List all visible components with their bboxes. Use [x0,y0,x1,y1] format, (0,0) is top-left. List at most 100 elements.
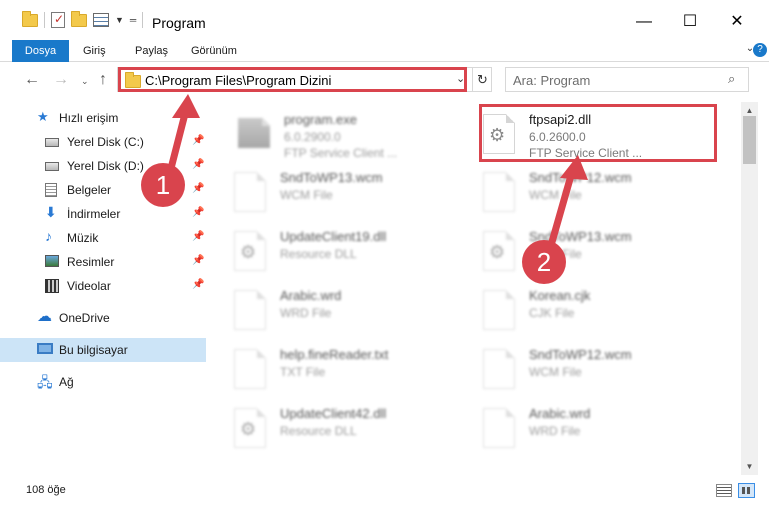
sidebar-item-label: Yerel Disk (D:) [67,159,144,173]
minimize-button[interactable]: — [629,10,659,34]
file-name: SndToWP12.wcm [529,170,632,185]
exe-file-icon [238,117,271,148]
sidebar-item-network[interactable]: 🖧 Ağ [0,370,206,394]
file-type: WCM File [280,188,333,202]
file-tile[interactable]: SndToWP13.wcm WCM File [234,168,474,228]
pin-icon[interactable]: 📌 [192,207,204,218]
step-2-callout: 2 [522,240,566,284]
file-type: Resource DLL [280,424,357,438]
sidebar-item-videos[interactable]: Videolar 📌 [0,274,206,298]
file-name: SndToWP13.wcm [280,170,383,185]
quick-access-toolbar: ▼ ═ [22,10,144,28]
new-folder-icon[interactable] [71,10,87,27]
pin-icon[interactable]: 📌 [192,135,204,146]
tab-share[interactable]: Paylaş [135,40,168,62]
file-tile[interactable]: SndToWP12.wcm WCM File [483,345,723,405]
file-type: CJK File [529,306,575,320]
sidebar-item-downloads[interactable]: ⬇ İndirmeler 📌 [0,202,206,226]
chevron-down-icon[interactable]: ▼ [115,15,124,25]
help-icon[interactable]: ? [753,43,767,57]
scroll-down-icon[interactable]: ▼ [741,458,758,475]
sidebar-item-label: Resimler [67,255,115,269]
file-tile[interactable]: help.fineReader.txt TXT File [234,345,474,405]
drive-icon [45,162,59,171]
file-type: WCM File [529,188,582,202]
scroll-thumb[interactable] [743,116,756,164]
search-input[interactable] [513,73,713,88]
sidebar-item-label: OneDrive [59,311,110,325]
drive-icon [45,138,59,147]
file-tile[interactable]: Korean.cjk CJK File [483,286,723,346]
toolbar-divider [142,12,144,28]
up-arrow-icon[interactable]: ↑ [99,71,107,89]
file-tile[interactable]: SndToWP12.wcm WCM File [483,168,723,228]
file-name: Arabic.wrd [529,406,591,421]
navigation-pane: ★ Hızlı erişim Yerel Disk (C:) 📌 Yerel D… [0,102,210,475]
tab-view[interactable]: Görünüm [191,40,237,62]
sidebar-item-label: Videolar [67,279,111,293]
file-description: FTP Service Client ... [284,146,398,160]
sidebar-item-pictures[interactable]: Resimler 📌 [0,250,206,274]
pin-icon[interactable]: 📌 [192,279,204,290]
pin-icon[interactable]: 📌 [192,231,204,242]
maximize-button[interactable]: ☐ [675,10,705,34]
file-tile[interactable]: SndToWP13.wcm WCM File [483,227,723,287]
file-name: program.exe [284,112,357,127]
videos-icon [45,279,59,293]
back-arrow-icon[interactable]: ← [24,71,40,89]
pin-icon[interactable]: 📌 [192,255,204,266]
cloud-icon: ☁ [37,308,52,325]
file-type: WRD File [529,424,581,438]
file-name: UpdateClient42.dll [280,406,387,421]
file-tile[interactable]: Arabic.wrd WRD File [483,404,723,464]
forward-arrow-icon[interactable]: → [53,71,69,89]
file-tile[interactable]: UpdateClient19.dll Resource DLL [234,227,474,287]
dll-file-icon [234,408,266,448]
status-bar: 108 öğe [0,475,769,517]
toolbar-divider [44,12,45,28]
item-count: 108 öğe [26,484,66,496]
sidebar-item-music[interactable]: ♪ Müzik 📌 [0,226,206,250]
file-icon [483,172,515,212]
sidebar-item-quick-access[interactable]: ★ Hızlı erişim [0,106,206,130]
dll-file-icon [234,231,266,271]
vertical-scrollbar[interactable]: ▲ ▼ [741,102,758,475]
tab-home[interactable]: Giriş [83,40,106,62]
file-tile[interactable]: program.exe 6.0.2900.0 FTP Service Clien… [238,110,478,170]
tab-file[interactable]: Dosya [12,40,69,62]
ribbon-tabs: Dosya Giriş Paylaş Görünüm ⌄ ? [0,40,769,62]
sidebar-item-onedrive[interactable]: ☁ OneDrive [0,306,206,330]
properties-check-icon[interactable] [51,12,65,28]
star-icon: ★ [37,109,49,124]
refresh-icon[interactable]: ↻ [472,68,492,91]
documents-icon [45,183,57,197]
file-tile[interactable]: Arabic.wrd WRD File [234,286,474,346]
sidebar-item-this-pc[interactable]: Bu bilgisayar [0,338,206,362]
recent-locations-icon[interactable]: ⌄ [81,76,89,87]
step-1-callout: 1 [141,163,185,207]
sidebar-item-local-disk-c[interactable]: Yerel Disk (C:) 📌 [0,130,206,154]
customize-toolbar-icon[interactable]: ═ [130,15,136,25]
details-view-icon[interactable] [716,484,732,497]
close-button[interactable]: ✕ [722,10,752,34]
folder-icon[interactable] [22,10,38,27]
music-icon: ♪ [45,228,52,244]
pin-icon[interactable]: 📌 [192,159,204,170]
properties-list-icon[interactable] [93,13,109,27]
file-version: 6.0.2900.0 [284,130,341,144]
window-title: Program [152,15,206,31]
search-box[interactable]: ⌕ [505,67,749,92]
network-icon: 🖧 [37,374,53,390]
sidebar-item-label: Yerel Disk (C:) [67,135,144,149]
pin-icon[interactable]: 📌 [192,183,204,194]
pictures-icon [45,255,59,267]
address-highlight-box [118,67,467,92]
sidebar-item-label: Belgeler [67,183,112,197]
tiles-view-icon[interactable] [738,483,755,498]
search-icon[interactable]: ⌕ [728,71,735,87]
file-name: Arabic.wrd [280,288,342,303]
file-tile[interactable]: UpdateClient42.dll Resource DLL [234,404,474,464]
file-icon [234,172,266,212]
file-type: TXT File [280,365,326,379]
computer-icon [37,343,53,354]
